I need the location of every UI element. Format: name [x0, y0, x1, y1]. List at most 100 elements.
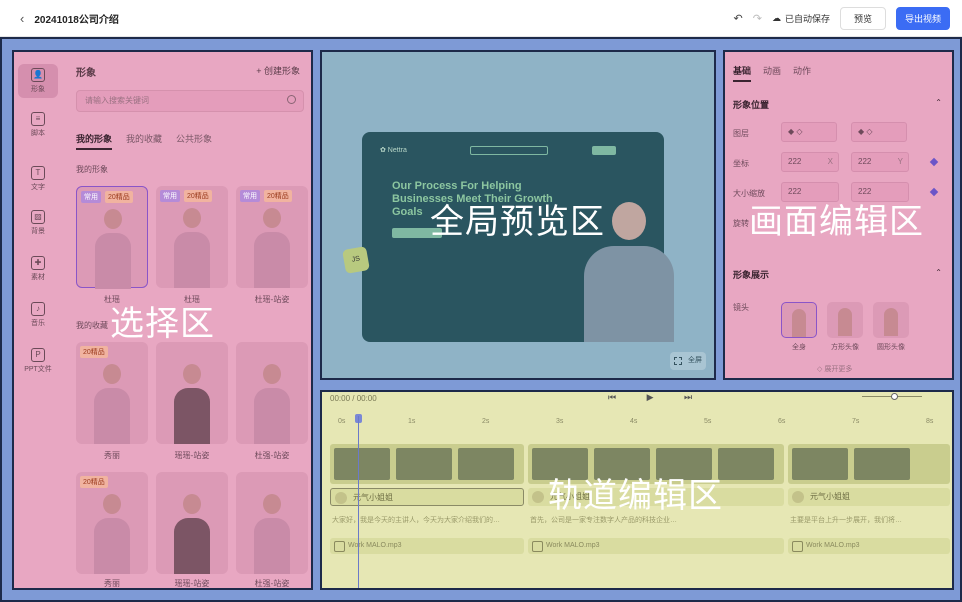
text-icon: T: [31, 166, 45, 180]
chevron-up-icon[interactable]: ⌃: [935, 98, 942, 107]
lens-caption: 方形头像: [831, 344, 859, 351]
avatar-icon: 👤: [31, 68, 45, 82]
ppt-icon: P: [31, 348, 45, 362]
section-position: 形象位置: [733, 100, 770, 110]
subtitle-clip[interactable]: 大家好，我是今天的主讲人，今天为大家介绍我们的…: [330, 514, 524, 528]
y-coord-input[interactable]: 222 Y: [851, 152, 909, 172]
chevron-up-icon[interactable]: ⌃: [935, 268, 942, 277]
x-value: 222: [788, 157, 802, 166]
playback-controls[interactable]: ⏮ ▶ ⏭: [608, 392, 706, 403]
workspace: 👤 形象 ≡ 脚本 T 文字 ▨ 背景 ✚ 素材 ♪ 音乐 P PPT文件 形象…: [0, 37, 962, 602]
create-avatar-button[interactable]: + 创建形象: [256, 64, 300, 77]
playhead[interactable]: [358, 416, 359, 588]
tab-favorites[interactable]: 我的收藏: [126, 132, 162, 150]
avatar-card[interactable]: 常用 20精品: [236, 186, 308, 288]
lens-square-head[interactable]: [827, 302, 863, 338]
ruler-tick: 0s: [338, 418, 346, 425]
subtitle-clip[interactable]: 主要是平台上升一步展开，我们将…: [788, 514, 950, 528]
export-video-button[interactable]: 导出视频: [895, 6, 950, 30]
tag-common: 常用: [240, 190, 260, 202]
sidebar-item-background[interactable]: ▨ 背景: [18, 210, 58, 236]
audio-clip[interactable]: Work MALO.mp3: [528, 538, 784, 554]
tab-my-avatars[interactable]: 我的形象: [76, 132, 113, 150]
timecode: 00:00 / 00:00: [330, 394, 377, 403]
preview-button[interactable]: 预览: [839, 6, 886, 30]
avatar-clip-label: 元气小姐姐: [353, 493, 393, 502]
layer-label: 图层: [733, 129, 749, 138]
avatar-thumbnail: [174, 364, 210, 444]
avatar-thumbnail: [254, 494, 290, 574]
avatar-clip[interactable]: 元气小姐姐: [788, 488, 950, 506]
avatar-clip[interactable]: 元气小姐姐: [330, 488, 524, 506]
lens-fullbody[interactable]: [781, 302, 817, 338]
redo-icon[interactable]: ↷: [753, 12, 762, 25]
y-unit: Y: [897, 157, 903, 166]
lens-round-head[interactable]: [873, 302, 909, 338]
avatar-card[interactable]: [156, 472, 228, 574]
avatar-name: 杜强-站姿: [254, 451, 290, 460]
ruler-tick: 2s: [482, 418, 490, 425]
sidebar-item-material[interactable]: ✚ 素材: [18, 256, 58, 282]
undo-icon[interactable]: ↶: [734, 12, 743, 25]
keyframe-icon[interactable]: [929, 157, 939, 167]
rotate-label: 旋转: [733, 219, 749, 228]
site-logo: ✿ Nettra: [380, 147, 407, 154]
select-region: 👤 形象 ≡ 脚本 T 文字 ▨ 背景 ✚ 素材 ♪ 音乐 P PPT文件 形象…: [12, 50, 313, 590]
fullscreen-icon: [674, 357, 682, 365]
lens-caption: 圆形头像: [877, 344, 905, 351]
search-icon[interactable]: [287, 95, 296, 104]
tab-animation[interactable]: 动画: [763, 64, 781, 82]
x-coord-input[interactable]: 222 X: [781, 152, 839, 172]
expand-more-button[interactable]: ◇ 展开更多: [817, 364, 852, 374]
section-favorites: 我的收藏: [76, 321, 108, 330]
section-display: 形象展示: [733, 270, 770, 280]
avatar-name: 瑶瑶-站姿: [174, 451, 210, 460]
avatar-card[interactable]: [236, 472, 308, 574]
sidebar-item-script[interactable]: ≡ 脚本: [18, 112, 58, 138]
zone-label-canvas: 画面编辑区: [749, 203, 924, 241]
sidebar-item-music[interactable]: ♪ 音乐: [18, 302, 58, 328]
avatar-name: 杜瑶-站姿: [254, 295, 290, 304]
search-input[interactable]: 请输入搜索关键词: [76, 90, 304, 112]
fullscreen-button[interactable]: 全屏: [670, 352, 706, 370]
avatar-card[interactable]: [156, 342, 228, 444]
js-badge: JS: [342, 246, 370, 274]
background-icon: ▨: [31, 210, 45, 224]
preview-region: ✿ Nettra Our Process For Helping Busines…: [320, 50, 716, 380]
ruler-tick: 4s: [630, 418, 638, 425]
ruler-tick: 3s: [556, 418, 564, 425]
sidebar-item-text[interactable]: T 文字: [18, 166, 58, 192]
avatar-thumbnail: [94, 364, 130, 444]
tab-action[interactable]: 动作: [793, 64, 811, 82]
sidebar-item-label: 脚本: [31, 130, 45, 137]
back-icon[interactable]: ‹: [20, 11, 24, 26]
zoom-slider-handle[interactable]: [891, 393, 898, 400]
avatar-card[interactable]: 常用 20精品: [76, 186, 148, 289]
fullscreen-label: 全屏: [688, 357, 702, 364]
avatar-name: 杜强-站姿: [254, 579, 290, 588]
library-tabs: 我的形象 我的收藏 公共形象: [76, 132, 212, 150]
layer-order-buttons[interactable]: ◆ ◇: [781, 122, 837, 142]
audio-clip[interactable]: Work MALO.mp3: [788, 538, 950, 554]
tag-common: 常用: [81, 191, 101, 203]
video-clip[interactable]: [330, 444, 524, 484]
avatar-thumb-icon: [335, 492, 347, 504]
zone-label-preview: 全局预览区: [430, 203, 605, 241]
project-title[interactable]: 20241018公司介绍: [34, 11, 119, 26]
layer-align-buttons[interactable]: ◆ ◇: [851, 122, 907, 142]
tab-basic[interactable]: 基础: [733, 64, 752, 82]
avatar-card[interactable]: 20精品: [76, 472, 148, 574]
y-value: 222: [858, 157, 872, 166]
sidebar-item-avatar[interactable]: 👤 形象: [18, 64, 58, 98]
sidebar-item-label: 素材: [31, 274, 45, 281]
video-clip[interactable]: [788, 444, 950, 484]
lens-caption: 全身: [792, 344, 806, 351]
tab-public[interactable]: 公共形象: [176, 132, 212, 150]
keyframe-icon[interactable]: [929, 187, 939, 197]
audio-clip[interactable]: Work MALO.mp3: [330, 538, 524, 554]
avatar-card[interactable]: [236, 342, 308, 444]
sidebar-item-ppt[interactable]: P PPT文件: [18, 348, 58, 374]
avatar-card[interactable]: 常用 20精品: [156, 186, 228, 288]
avatar-card[interactable]: 20精品: [76, 342, 148, 444]
avatar-thumbnail: [94, 494, 130, 574]
